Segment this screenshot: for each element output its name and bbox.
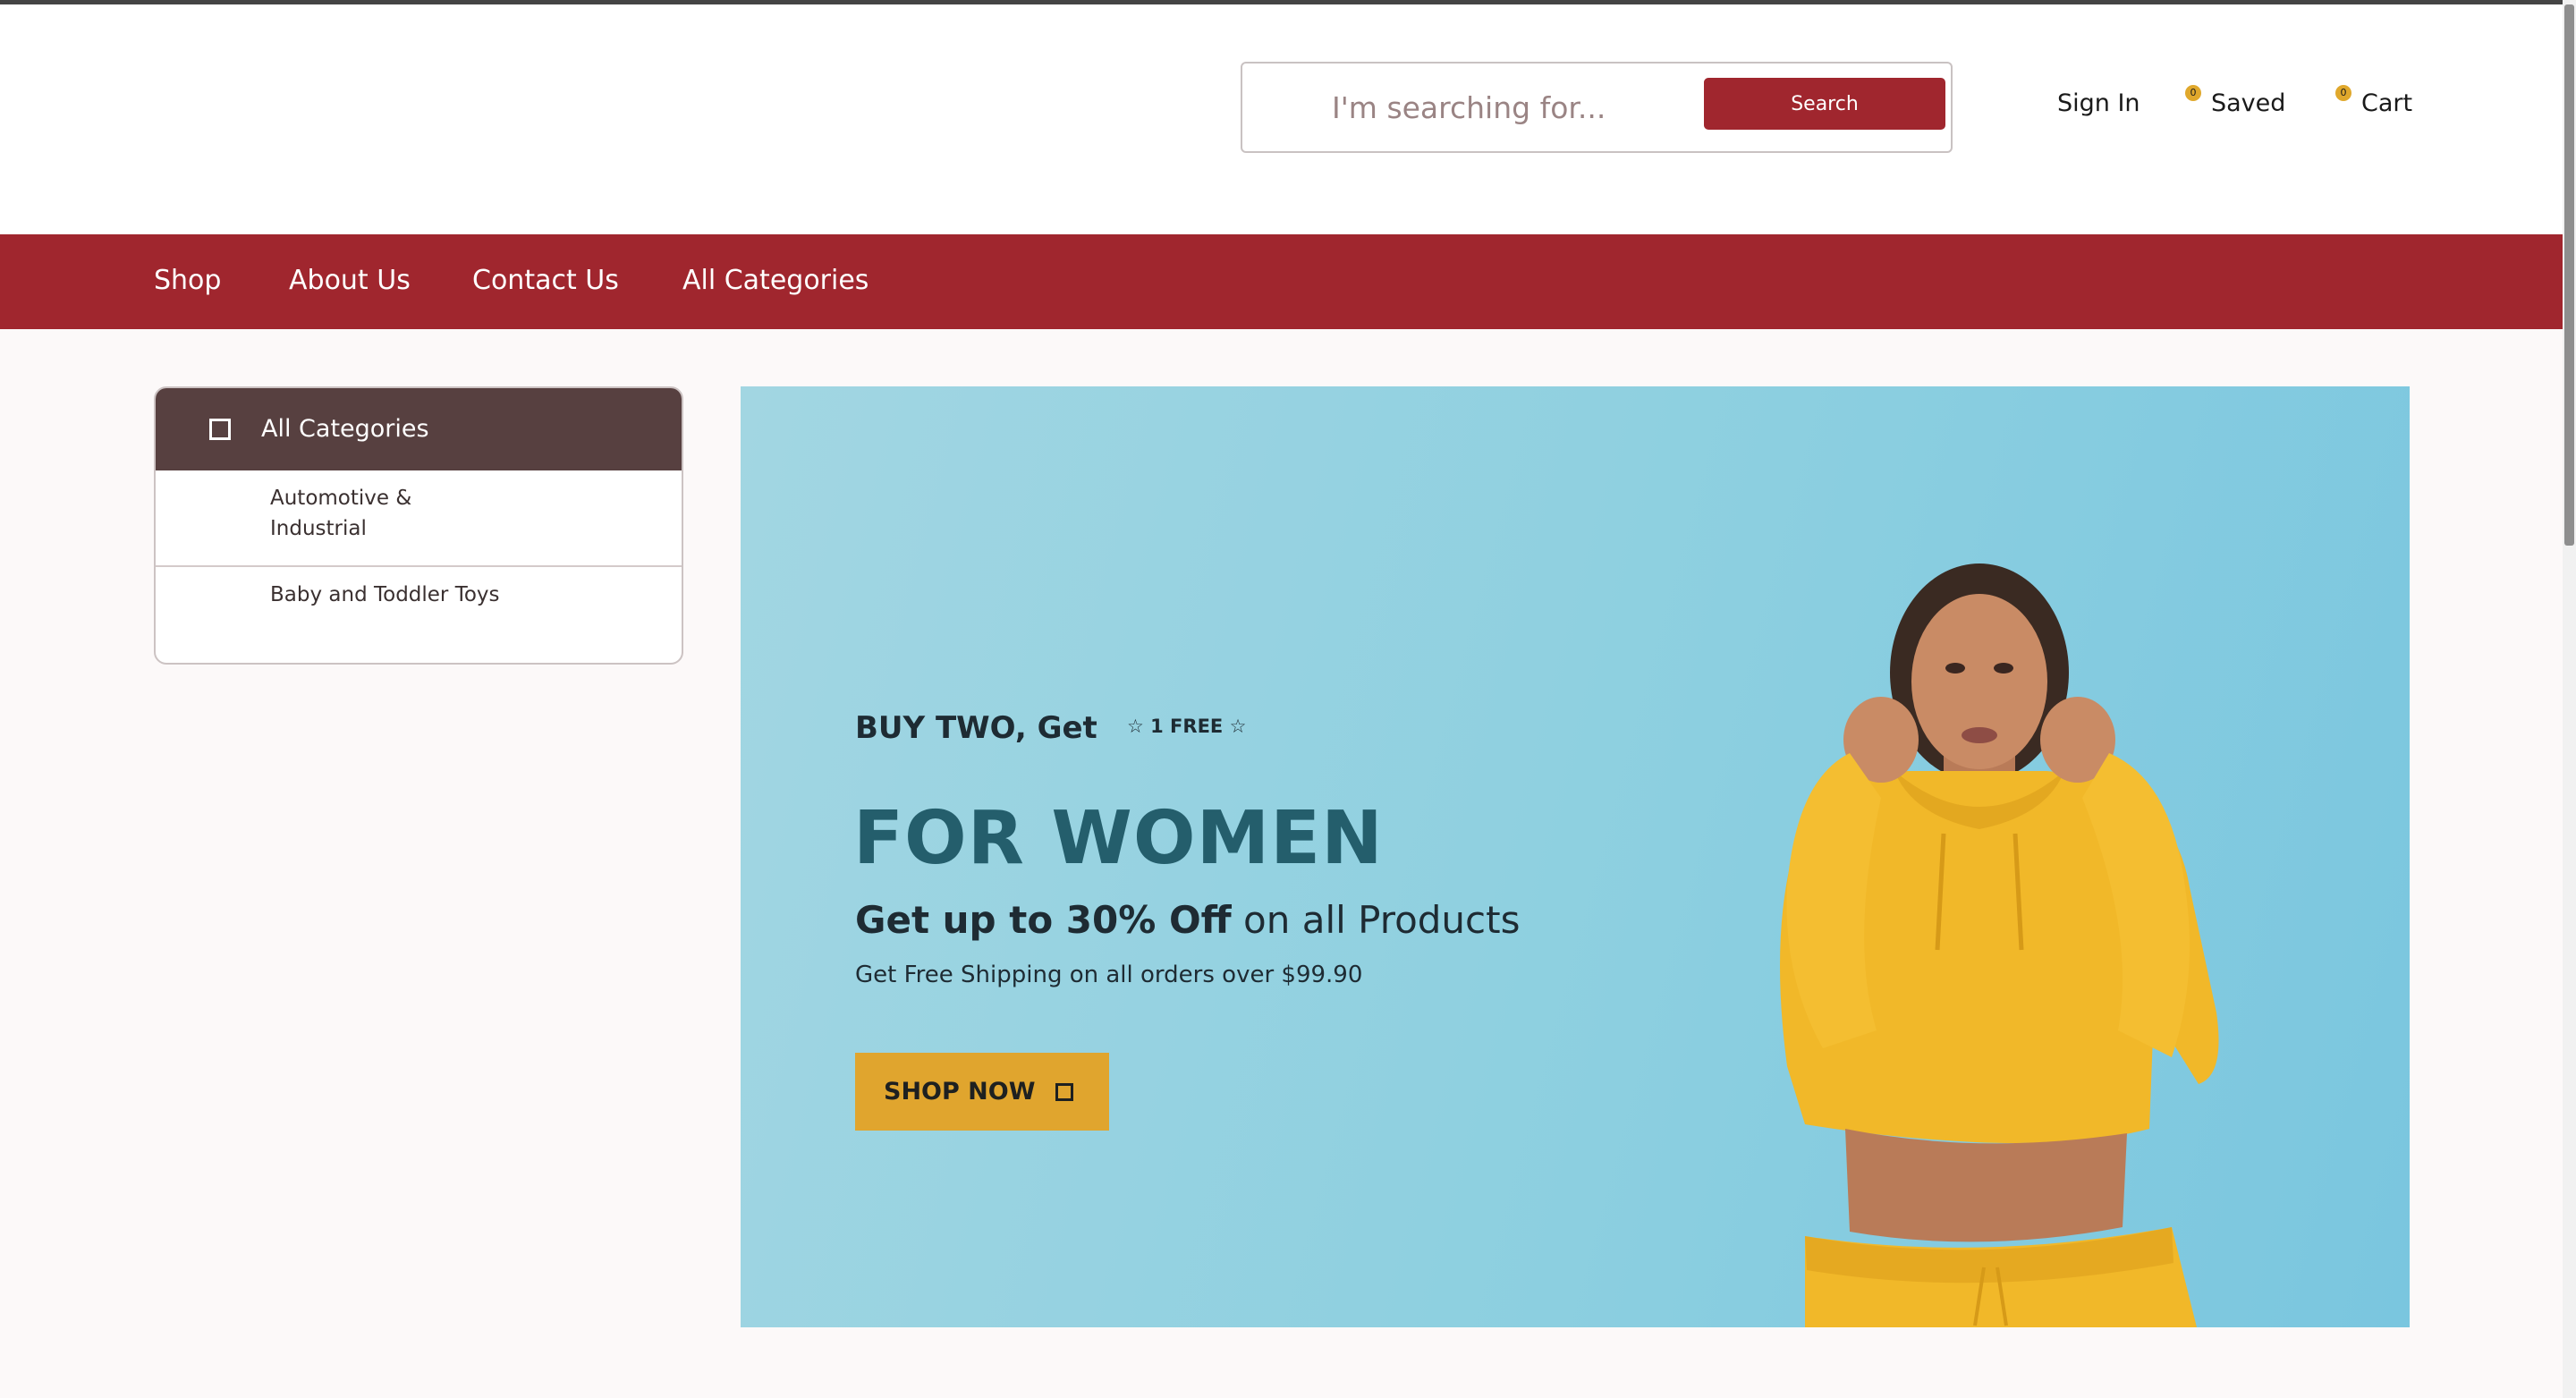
saved-count-badge: 0 xyxy=(2185,85,2201,101)
nav-item-shop[interactable]: Shop xyxy=(154,265,221,296)
hero-banner: BUY TWO, Get ☆ 1 FREE ☆ FOR WOMEN Get up… xyxy=(741,386,2410,1327)
site-header: Search Sign In 0 Saved 0 Cart xyxy=(0,4,2563,234)
category-header[interactable]: All Categories xyxy=(156,388,682,470)
category-item-automotive[interactable]: Automotive & Industrial xyxy=(156,470,682,567)
category-panel: All Categories Automotive & Industrial B… xyxy=(154,386,683,665)
model-photo xyxy=(1780,563,2219,1327)
sign-in-label: Sign In xyxy=(2057,89,2140,117)
search-field-wrapper xyxy=(1242,64,1697,151)
saved-label: Saved xyxy=(2211,89,2286,117)
shop-now-button[interactable]: SHOP NOW xyxy=(855,1053,1109,1131)
search-bar: Search xyxy=(1241,62,1953,153)
cart-count-badge: 0 xyxy=(2335,85,2351,101)
banner-headline: FOR WOMEN xyxy=(853,796,1384,881)
category-item-baby-toys[interactable]: Baby and Toddler Toys xyxy=(156,567,682,663)
shop-now-label: SHOP NOW xyxy=(884,1078,1036,1106)
page-scrollbar[interactable] xyxy=(2563,0,2576,1398)
nav-item-contact-us[interactable]: Contact Us xyxy=(472,265,619,296)
category-header-title: All Categories xyxy=(261,415,429,443)
arrow-icon xyxy=(1055,1083,1073,1101)
banner-shipping-note: Get Free Shipping on all orders over $99… xyxy=(855,962,1363,988)
cart-label: Cart xyxy=(2361,89,2413,117)
menu-icon xyxy=(209,419,231,440)
nav-item-all-categories[interactable]: All Categories xyxy=(682,265,869,296)
banner-offer-bold: Get up to 30% Off xyxy=(855,898,1232,942)
banner-pretitle: BUY TWO, Get xyxy=(855,710,1097,746)
category-item-label: Automotive & Industrial xyxy=(270,487,412,540)
category-item-label: Baby and Toddler Toys xyxy=(270,583,500,606)
scrollbar-thumb[interactable] xyxy=(2564,4,2574,546)
search-button[interactable]: Search xyxy=(1704,78,1945,130)
banner-offer-rest: on all Products xyxy=(1231,898,1521,942)
banner-offer: Get up to 30% Off on all Products xyxy=(855,898,1520,942)
banner-free-tag: ☆ 1 FREE ☆ xyxy=(1127,716,1247,737)
search-input[interactable] xyxy=(1332,76,1688,139)
main-nav: Shop About Us Contact Us All Categories xyxy=(0,234,2563,329)
nav-item-about-us[interactable]: About Us xyxy=(289,265,411,296)
